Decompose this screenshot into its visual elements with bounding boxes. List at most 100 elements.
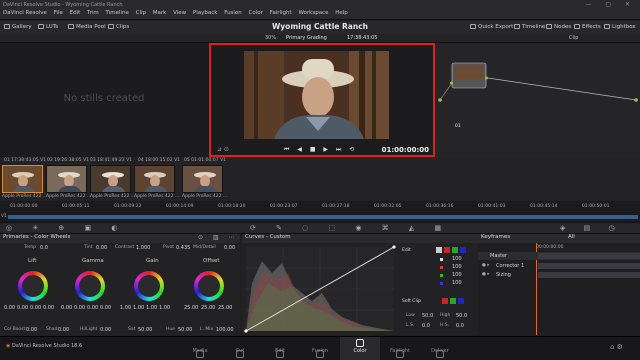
gallery-icon — [4, 24, 10, 29]
blue-channel-toggle[interactable] — [460, 247, 466, 253]
clip-thumbnail[interactable] — [46, 165, 87, 193]
menu-item[interactable]: Fusion — [224, 10, 242, 16]
gain-wheel[interactable] — [134, 271, 164, 301]
curves-graph[interactable] — [242, 243, 398, 335]
clip-mode-dropdown[interactable]: Clip — [569, 35, 578, 41]
softclip-blue[interactable] — [458, 298, 464, 304]
offset-wheel[interactable] — [194, 271, 224, 301]
menu-item[interactable]: Playback — [193, 10, 218, 16]
viewer-record-timecode: 01:00:00:00 — [381, 146, 429, 154]
hue-value[interactable]: 50.00 — [178, 327, 192, 333]
red-intensity[interactable]: 100 — [452, 264, 462, 270]
menu-item[interactable]: Help — [335, 10, 348, 16]
page-edit[interactable]: Edit — [260, 348, 300, 358]
clip-thumbnail[interactable] — [182, 165, 223, 193]
green-intensity[interactable]: 100 — [452, 272, 462, 278]
effects-button[interactable]: Effects — [574, 24, 601, 30]
ruler-tick: 01:00:41:03 — [478, 204, 506, 209]
keyframe-row[interactable]: Master — [478, 252, 640, 260]
green-channel-toggle[interactable] — [452, 247, 458, 253]
page-cut[interactable]: Cut — [220, 348, 260, 358]
viewer-tools-icon[interactable]: ⊿ ⊙ — [217, 146, 229, 153]
gallery-button[interactable]: Gallery — [4, 24, 32, 30]
lightbox-button[interactable]: Lightbox — [604, 24, 636, 30]
menu-item[interactable]: DaVinci Resolve — [3, 10, 47, 16]
palette-icons-center[interactable]: ⟳ ✎ ◌ ⬚ ◉ ⌘ ◭ ▦ — [250, 224, 450, 232]
corrector-node[interactable] — [452, 63, 486, 88]
clip-thumbnail[interactable] — [2, 165, 43, 193]
nodes-button[interactable]: Nodes — [546, 24, 571, 30]
quick-export-button[interactable]: Quick Export — [470, 24, 513, 30]
clip-thumbnail[interactable] — [90, 165, 131, 193]
menu-item[interactable]: Workspace — [298, 10, 328, 16]
menu-item[interactable]: Trim — [87, 10, 99, 16]
low-value[interactable]: 50.0 — [422, 313, 433, 319]
menu-item[interactable]: Edit — [70, 10, 81, 16]
keyframe-row[interactable]: ● ▸ Sizing — [478, 271, 640, 279]
window-controls[interactable]: — ▢ ✕ — [585, 1, 636, 8]
menu-item[interactable]: Clip — [136, 10, 146, 16]
blue-intensity[interactable]: 100 — [452, 280, 462, 286]
contrast-value[interactable]: 1.000 — [136, 245, 150, 251]
menu-item[interactable]: Timeline — [106, 10, 129, 16]
menu-item[interactable]: Color — [249, 10, 263, 16]
mini-timeline[interactable]: 01:00:00:00 01:00:05:11 01:00:09:22 01:0… — [0, 201, 640, 222]
zoom-level[interactable]: 30% — [265, 35, 276, 41]
timeline-track-bar[interactable] — [8, 215, 638, 219]
viewer-panel: ⊿ ⊙ ⏮ ◀ ■ ▶ ⏭ ⟲ 01:00:00:00 — [208, 43, 436, 157]
page-fairlight[interactable]: Fairlight — [380, 348, 420, 358]
red-channel-toggle[interactable] — [444, 247, 450, 253]
softclip-red[interactable] — [442, 298, 448, 304]
lum-mix-value[interactable]: 100.00 — [216, 327, 234, 333]
gallery-panel: No stills created — [0, 43, 208, 157]
luma-channel-toggle[interactable] — [436, 247, 442, 253]
timeline-button[interactable]: Timeline — [514, 24, 545, 30]
ruler-tick: 01:00:09:22 — [114, 204, 142, 209]
playback-controls[interactable]: ⏮ ◀ ■ ▶ ⏭ ⟲ — [284, 146, 357, 154]
clip-thumbnail[interactable] — [134, 165, 175, 193]
gamma-wheel[interactable] — [75, 271, 105, 301]
page-media[interactable]: Media — [180, 348, 220, 358]
page-deliver[interactable]: Deliver — [420, 348, 460, 358]
low-soft-value[interactable]: 0.0 — [422, 323, 430, 329]
clips-button[interactable]: Clips — [108, 24, 129, 30]
effects-icon — [574, 24, 580, 29]
keyframe-filter[interactable]: All — [568, 234, 575, 240]
menu-item[interactable]: File — [54, 10, 63, 16]
ruler-tick: 01:00:14:09 — [166, 204, 194, 209]
lift-wheel[interactable] — [18, 271, 48, 301]
home-icon[interactable]: ⌂ ⚙ — [610, 343, 623, 351]
saturation-value[interactable]: 50.00 — [138, 327, 152, 333]
keyframe-row[interactable]: ● ▸ Corrector 1 — [478, 262, 640, 270]
fusion-icon — [316, 350, 324, 358]
temp-value[interactable]: 0.0 — [40, 245, 48, 251]
high-soft-value[interactable]: 0.0 — [456, 323, 464, 329]
page-fusion[interactable]: Fusion — [300, 348, 340, 358]
high-value[interactable]: 50.0 — [456, 313, 467, 319]
col-boost-value[interactable]: 0.00 — [26, 327, 37, 333]
luma-intensity[interactable]: 100 — [452, 256, 462, 262]
grade-mode-dropdown[interactable]: Primary Grading — [286, 35, 327, 41]
luts-button[interactable]: LUTs — [38, 24, 58, 30]
wheel-mode-icons[interactable]: ⊙ ▥ ⋯ — [198, 234, 239, 241]
shadow-value[interactable]: 0.00 — [58, 327, 69, 333]
viewer-frame[interactable]: ⊿ ⊙ ⏮ ◀ ■ ▶ ⏭ ⟲ 01:00:00:00 — [209, 43, 435, 157]
highlight-value[interactable]: 0.00 — [100, 327, 111, 333]
palette-icons-right[interactable]: ◈ ▤ ◷ — [560, 224, 623, 232]
media-pool-button[interactable]: Media Pool — [68, 24, 106, 30]
menu-item[interactable]: View — [173, 10, 186, 16]
tint-value[interactable]: 0.00 — [96, 245, 107, 251]
menu-item[interactable]: Fairlight — [270, 10, 292, 16]
thumbnail-image — [144, 172, 168, 192]
node-editor: 01 — [436, 43, 640, 157]
palette-icons-left[interactable]: ◎ ✳ ⊕ ▣ ◐ — [6, 224, 126, 232]
mid-detail-value[interactable]: 0.00 — [224, 245, 235, 251]
clip-header: 05 01:01:00:07 V1 — [184, 158, 227, 163]
pivot-value[interactable]: 0.435 — [176, 245, 190, 251]
curves-panel[interactable] — [242, 243, 398, 335]
ruler-tick: 01:00:05:11 — [62, 204, 90, 209]
menu-item[interactable]: Mark — [153, 10, 167, 16]
page-color[interactable]: Color — [340, 337, 380, 360]
softclip-green[interactable] — [450, 298, 456, 304]
thumbnail-image — [102, 172, 126, 192]
